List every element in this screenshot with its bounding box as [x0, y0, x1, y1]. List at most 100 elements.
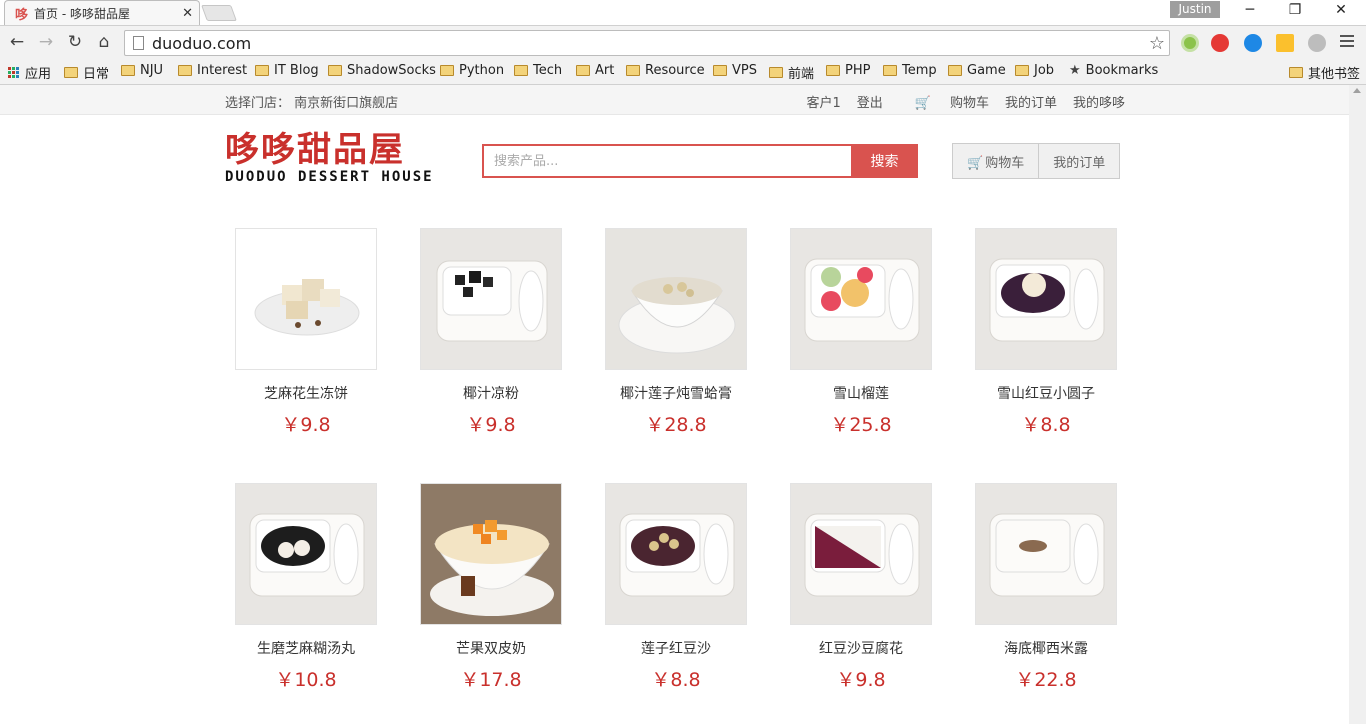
- cart-link[interactable]: 🛒 购物车: [899, 92, 989, 111]
- bookmark-folder[interactable]: 日常: [64, 63, 109, 82]
- search-input[interactable]: [482, 144, 851, 178]
- search-button[interactable]: 搜索: [851, 144, 918, 178]
- header-buttons: 🛒 购物车 我的订单: [952, 143, 1121, 179]
- site-logo[interactable]: 哆哆甜品屋 DUODUO DESSERT HOUSE: [225, 131, 434, 185]
- product-price: ￥8.8: [1021, 414, 1071, 436]
- bookmark-folder[interactable]: 前端: [769, 63, 814, 82]
- bookmark-folder[interactable]: Tech: [514, 63, 562, 78]
- product-card[interactable]: 生磨芝麻糊汤丸 ￥10.8: [226, 483, 386, 692]
- product-name[interactable]: 生磨芝麻糊汤丸: [226, 638, 386, 658]
- tab-close-icon[interactable]: ✕: [182, 6, 193, 21]
- bookmark-folder-other[interactable]: 其他书签: [1289, 63, 1360, 82]
- product-image[interactable]: [975, 483, 1117, 625]
- back-icon[interactable]: ←: [6, 32, 28, 52]
- product-card[interactable]: 芒果双皮奶 ￥17.8: [411, 483, 571, 692]
- bookmark-folder[interactable]: PHP: [826, 63, 870, 78]
- folder-icon: [178, 65, 192, 76]
- product-price: ￥9.8: [281, 414, 331, 436]
- product-image[interactable]: [605, 483, 747, 625]
- product-name[interactable]: 椰汁凉粉: [411, 383, 571, 403]
- reload-icon[interactable]: ↻: [64, 32, 86, 52]
- my-account-link[interactable]: 我的哆哆: [1073, 92, 1125, 111]
- folder-icon: [713, 65, 727, 76]
- product-price: ￥28.8: [645, 414, 707, 436]
- store-name[interactable]: 南京新街口旗舰店: [294, 96, 398, 111]
- new-tab-button[interactable]: [201, 5, 237, 21]
- bookmark-folder[interactable]: VPS: [713, 63, 757, 78]
- folder-icon: [255, 65, 269, 76]
- bookmark-star-icon[interactable]: ☆: [1149, 33, 1165, 54]
- cart-button[interactable]: 🛒 购物车: [952, 143, 1040, 179]
- profile-badge[interactable]: Justin: [1170, 1, 1220, 18]
- bookmark-folder[interactable]: Interest: [178, 63, 247, 78]
- product-image[interactable]: [235, 483, 377, 625]
- page-scrollbar[interactable]: [1349, 85, 1366, 724]
- product-card[interactable]: 红豆沙豆腐花 ￥9.8: [781, 483, 941, 692]
- product-card[interactable]: 海底椰西米露 ￥22.8: [966, 483, 1126, 692]
- orders-link[interactable]: 我的订单: [1005, 92, 1057, 111]
- product-name[interactable]: 雪山榴莲: [781, 383, 941, 403]
- product-image[interactable]: [420, 228, 562, 370]
- logout-link[interactable]: 登出: [857, 92, 883, 111]
- bookmark-bookmarks[interactable]: ★ Bookmarks: [1069, 63, 1158, 78]
- product-image[interactable]: [605, 228, 747, 370]
- browser-toolbar: ← → ↻ ⌂ duoduo.com ☆: [0, 25, 1366, 59]
- close-window-icon[interactable]: ✕: [1331, 2, 1351, 18]
- product-image[interactable]: [420, 483, 562, 625]
- browser-tab[interactable]: 哆 首页 - 哆哆甜品屋 ✕: [4, 0, 200, 25]
- address-bar[interactable]: duoduo.com ☆: [124, 30, 1170, 56]
- bookmark-folder[interactable]: Game: [948, 63, 1006, 78]
- folder-icon: [826, 65, 840, 76]
- minimize-icon[interactable]: ─: [1240, 2, 1260, 18]
- product-card[interactable]: 芝麻花生冻饼 ￥9.8: [226, 228, 386, 437]
- product-image[interactable]: [790, 483, 932, 625]
- home-icon[interactable]: ⌂: [93, 32, 115, 52]
- product-card[interactable]: 莲子红豆沙 ￥8.8: [596, 483, 756, 692]
- product-image[interactable]: [235, 228, 377, 370]
- extension-blue-icon[interactable]: [1244, 34, 1262, 52]
- user-link[interactable]: 客户1: [806, 92, 840, 111]
- store-selector[interactable]: 选择门店： 南京新街口旗舰店: [225, 92, 398, 111]
- bookmark-apps[interactable]: 应用: [8, 63, 51, 82]
- product-name[interactable]: 莲子红豆沙: [596, 638, 756, 658]
- product-name[interactable]: 海底椰西米露: [966, 638, 1126, 658]
- product-name[interactable]: 芒果双皮奶: [411, 638, 571, 658]
- folder-icon: [328, 65, 342, 76]
- chrome-menu-icon[interactable]: [1340, 35, 1354, 50]
- apps-icon: [8, 67, 19, 78]
- product-image[interactable]: [975, 228, 1117, 370]
- scroll-up-icon[interactable]: [1353, 88, 1361, 93]
- bookmarks-bar: 应用 日常 NJU Interest IT Blog ShadowSocks P…: [0, 59, 1366, 85]
- product-card[interactable]: 雪山榴莲 ￥25.8: [781, 228, 941, 437]
- product-image[interactable]: [790, 228, 932, 370]
- forward-icon[interactable]: →: [35, 32, 57, 52]
- search-bar: 搜索: [482, 144, 918, 178]
- product-name[interactable]: 椰汁莲子炖雪蛤膏: [596, 383, 756, 403]
- extension-green-icon[interactable]: [1181, 34, 1199, 52]
- store-label: 选择门店：: [225, 96, 291, 111]
- weibo-icon[interactable]: [1211, 34, 1229, 52]
- restore-icon[interactable]: ❐: [1285, 2, 1305, 18]
- logo-english: DUODUO DESSERT HOUSE: [225, 169, 434, 185]
- bookmark-folder[interactable]: IT Blog: [255, 63, 319, 78]
- bookmark-folder[interactable]: NJU: [121, 63, 163, 78]
- bookmark-folder[interactable]: Resource: [626, 63, 705, 78]
- product-price: ￥25.8: [830, 414, 892, 436]
- download-icon[interactable]: [1308, 34, 1326, 52]
- url-text[interactable]: duoduo.com: [152, 34, 1149, 53]
- extension-chrome-icon[interactable]: [1276, 34, 1294, 52]
- cart-icon: 🛒: [967, 155, 984, 171]
- product-name[interactable]: 芝麻花生冻饼: [226, 383, 386, 403]
- bookmark-folder[interactable]: ShadowSocks: [328, 63, 436, 78]
- bookmark-folder[interactable]: Art: [576, 63, 614, 78]
- bookmark-folder[interactable]: Temp: [883, 63, 937, 78]
- bookmark-folder[interactable]: Python: [440, 63, 504, 78]
- product-name[interactable]: 红豆沙豆腐花: [781, 638, 941, 658]
- product-card[interactable]: 椰汁凉粉 ￥9.8: [411, 228, 571, 437]
- product-name[interactable]: 雪山红豆小圆子: [966, 383, 1126, 403]
- product-card[interactable]: 椰汁莲子炖雪蛤膏 ￥28.8: [596, 228, 756, 437]
- bookmark-folder[interactable]: Job: [1015, 63, 1054, 78]
- product-price: ￥22.8: [1015, 669, 1077, 691]
- orders-button[interactable]: 我的订单: [1039, 143, 1121, 179]
- product-card[interactable]: 雪山红豆小圆子 ￥8.8: [966, 228, 1126, 437]
